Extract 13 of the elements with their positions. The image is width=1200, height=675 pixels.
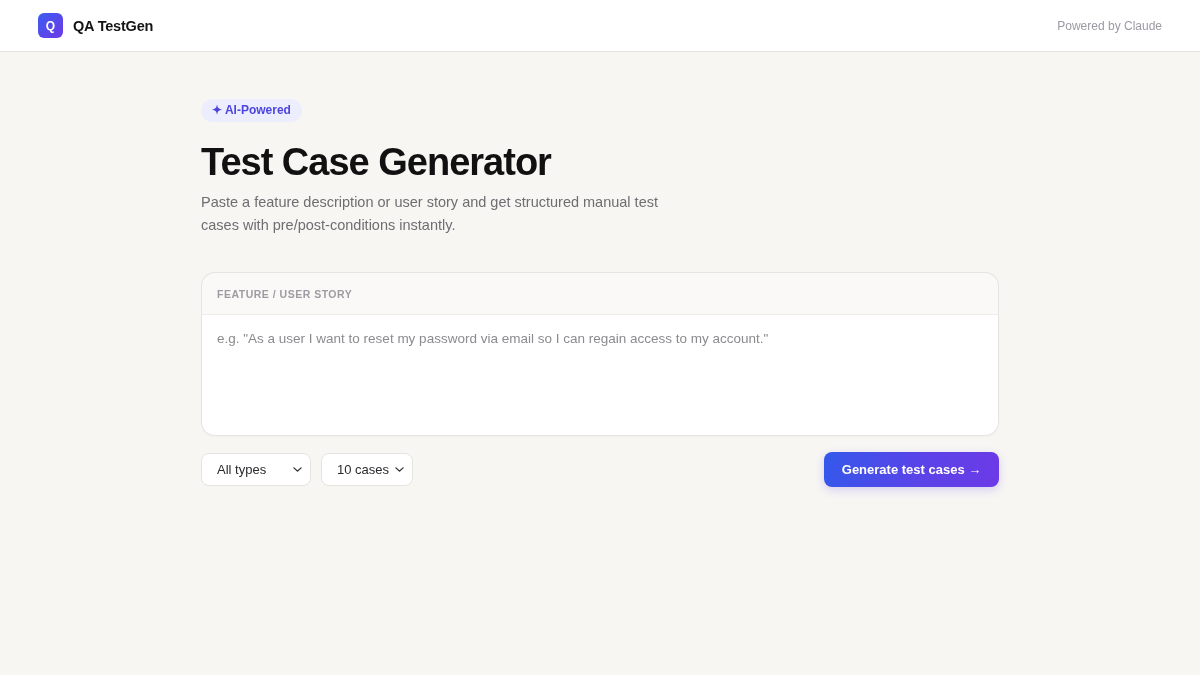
app-name: QA TestGen [73,17,154,34]
chevron-down-icon [293,467,302,472]
chevron-down-icon [395,467,404,472]
powered-by-text: Powered by Claude [1057,18,1162,33]
page-subtitle: Paste a feature description or user story and get structured manual test cases with pre/post-conditions instantly. [201,193,659,235]
dropdown-select[interactable]: All types [201,453,311,486]
feature-input-field[interactable]: e.g. "As a user I want to reset my password via email so I can regain access to my account." [201,315,999,436]
generate-button[interactable]: Generate test cases → [824,452,999,487]
app-logo: Q [38,13,63,38]
dropdown-select[interactable]: 10 cases [321,453,413,486]
page-title: Test Case Generator [201,140,551,184]
ai-powered-badge: ✦ AI-Powered [201,99,302,122]
field-label: FEATURE / USER STORY [217,287,353,300]
